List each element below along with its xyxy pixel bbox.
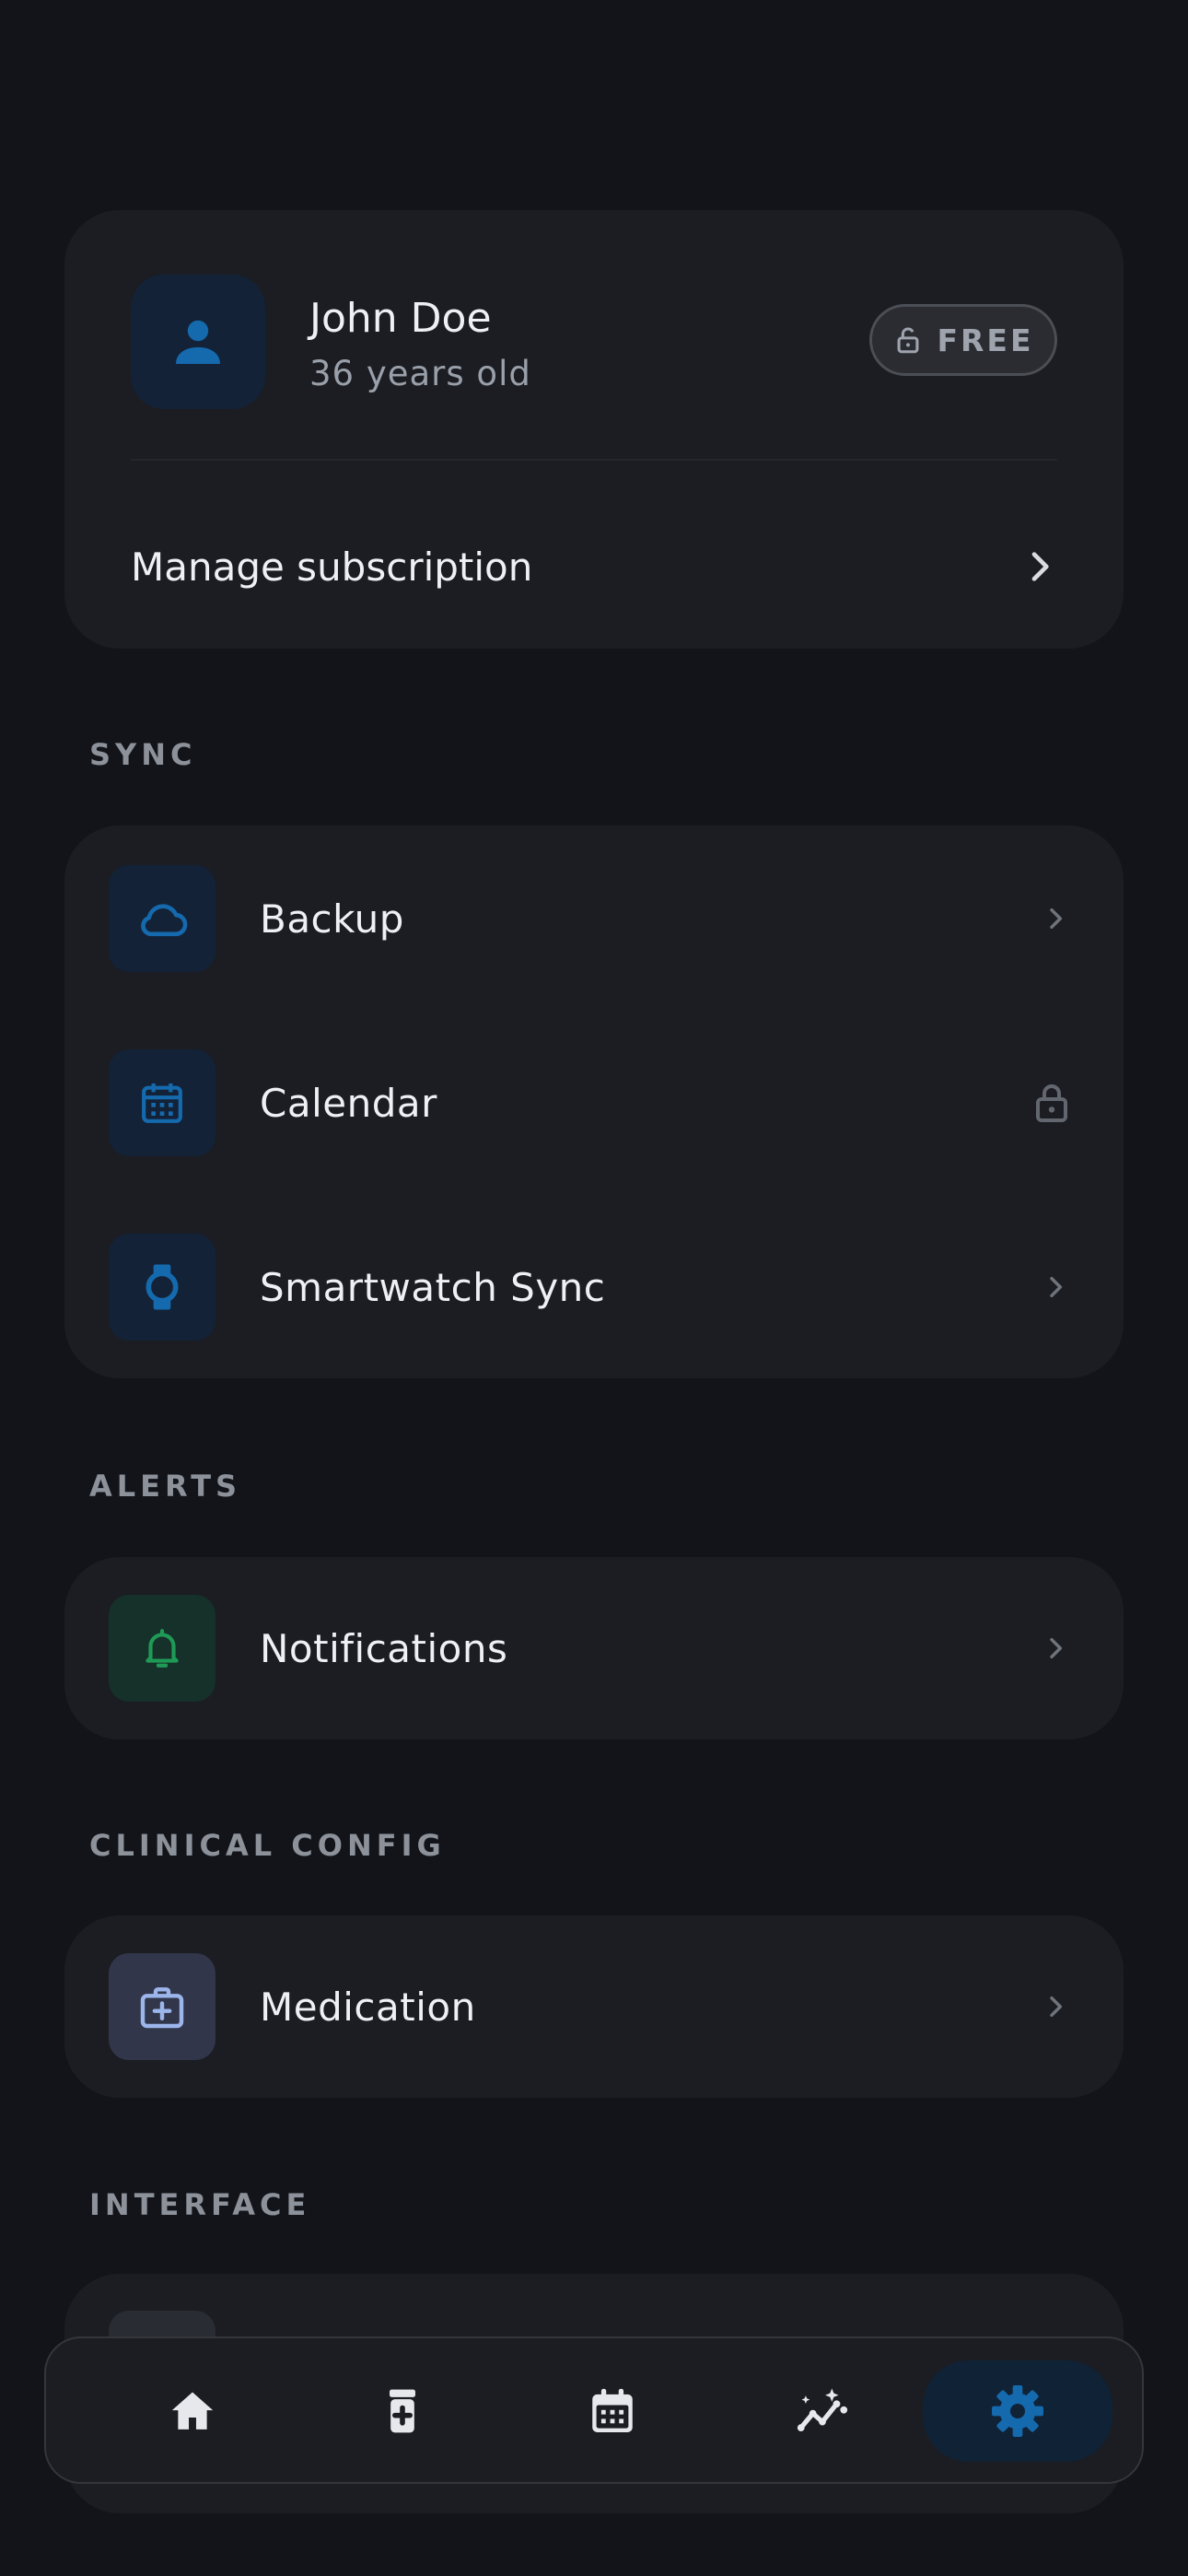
section-title-interface: INTERFACE xyxy=(89,2187,311,2222)
plan-badge-label: FREE xyxy=(937,322,1034,358)
section-title-sync: SYNC xyxy=(89,737,197,772)
divider xyxy=(131,459,1057,461)
chevron-right-icon xyxy=(1041,904,1070,933)
row-calendar[interactable]: Calendar xyxy=(64,1010,1124,1196)
clinical-card: Medication xyxy=(64,1915,1124,2098)
trend-sparkle-icon xyxy=(797,2388,848,2431)
alerts-card: Notifications xyxy=(64,1557,1124,1739)
manage-subscription-label: Manage subscription xyxy=(131,544,533,590)
nav-settings[interactable] xyxy=(923,2360,1112,2462)
plan-badge[interactable]: FREE xyxy=(869,304,1057,376)
unlock-icon xyxy=(897,327,919,354)
bottom-navigation xyxy=(44,2336,1144,2484)
nav-calendar[interactable] xyxy=(518,2360,707,2462)
nav-home[interactable] xyxy=(98,2360,287,2462)
nav-insights[interactable] xyxy=(728,2360,917,2462)
sync-card: Backup Calendar Smartwatch Sync xyxy=(64,825,1124,1378)
chevron-right-icon xyxy=(1031,552,1049,581)
profile-card: John Doe 36 years old FREE Manage subscr… xyxy=(64,210,1124,649)
section-title-clinical-config: CLINICAL CONFIG xyxy=(89,1828,446,1863)
row-label: Smartwatch Sync xyxy=(260,1264,606,1310)
row-backup[interactable]: Backup xyxy=(64,825,1124,1012)
row-notifications[interactable]: Notifications xyxy=(64,1555,1124,1741)
row-medication[interactable]: Medication xyxy=(64,1914,1124,2100)
row-label: Calendar xyxy=(260,1080,437,1126)
person-icon xyxy=(176,320,220,364)
bell-icon xyxy=(109,1595,215,1702)
row-label: Notifications xyxy=(260,1625,508,1671)
row-label: Backup xyxy=(260,896,404,942)
avatar xyxy=(131,275,265,409)
calendar-icon xyxy=(592,2388,633,2432)
medical-kit-icon xyxy=(109,1953,215,2060)
cloud-icon xyxy=(109,865,215,972)
section-title-alerts: ALERTS xyxy=(89,1469,242,1504)
home-icon xyxy=(171,2392,214,2430)
chevron-right-icon xyxy=(1041,1272,1070,1302)
profile-age: 36 years old xyxy=(309,354,531,393)
nav-medication[interactable] xyxy=(308,2360,497,2462)
row-label: Medication xyxy=(260,1984,476,2030)
profile-name: John Doe xyxy=(309,295,492,342)
lock-icon xyxy=(1030,1081,1074,1125)
watch-icon xyxy=(109,1234,215,1341)
calendar-icon xyxy=(109,1049,215,1156)
manage-subscription-row[interactable]: Manage subscription xyxy=(131,516,1057,617)
chevron-right-icon xyxy=(1041,1992,1070,2021)
gear-icon xyxy=(992,2385,1043,2437)
chevron-right-icon xyxy=(1041,1633,1070,1663)
row-smartwatch-sync[interactable]: Smartwatch Sync xyxy=(64,1194,1124,1380)
pill-bottle-icon xyxy=(390,2389,415,2433)
